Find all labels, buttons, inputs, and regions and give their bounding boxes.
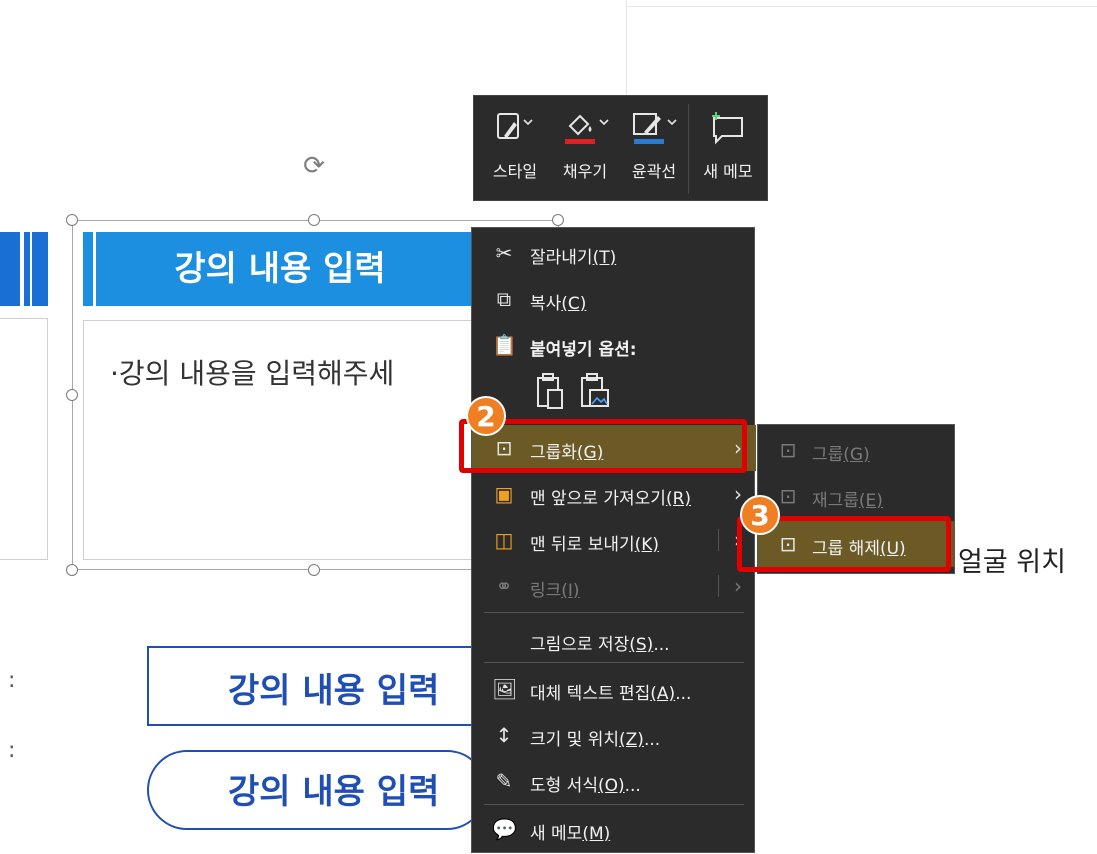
menu-item-save-as-picture[interactable]: 그림으로 저장(S)... — [472, 617, 756, 663]
menu-item-ellipsis: ... — [624, 776, 641, 796]
style-label: 스타일 — [492, 162, 538, 181]
outline-label: 윤곽선 — [631, 162, 677, 181]
menu-item-label: 맨 뒤로 보내기 — [530, 535, 635, 555]
mini-toolbar: 스타일 채우기 윤곽선 새 메모 — [473, 95, 768, 201]
menu-separator — [484, 804, 744, 805]
scissors-icon: ✂ — [495, 241, 513, 265]
submenu-item-label: 그룹 — [812, 445, 844, 465]
menu-item-cut[interactable]: ✂ 잘라내기(T) — [472, 230, 756, 276]
copy-icon: ⧉ — [496, 287, 512, 311]
menu-item-label: 잘라내기 — [530, 248, 593, 268]
menu-item-label: 복사 — [530, 294, 562, 314]
toolbar-divider — [688, 104, 689, 194]
menu-item-link: ⚭ 링크(I) › — [472, 563, 756, 609]
menu-item-new-comment[interactable]: 💬 새 메모(M) — [472, 806, 756, 852]
menu-item-hotkey: (I) — [561, 581, 580, 601]
menu-item-hotkey: (C) — [561, 294, 587, 314]
left-ellipsis-mark: : — [8, 738, 16, 763]
new-comment-icon — [712, 112, 743, 145]
alt-text-icon: 🖼 — [492, 677, 518, 701]
paste-option-keep-source-icon[interactable] — [532, 372, 568, 412]
menu-item-ellipsis: ... — [643, 730, 661, 750]
slide-right-text: 얼굴 위치 — [958, 547, 1066, 578]
submenu-item-label: 재그룹 — [812, 491, 859, 511]
slide-button-rect-text: 강의 내용 입력 — [228, 671, 440, 711]
chevron-right-icon: › — [734, 482, 742, 506]
menu-item-hotkey: (O) — [597, 776, 625, 796]
menu-item-hotkey: (S) — [629, 635, 654, 655]
menu-item-label: 크기 및 위치 — [530, 730, 620, 750]
new-comment-icon: 💬 — [492, 817, 517, 841]
submenu-item-hotkey: (E) — [858, 491, 883, 511]
menu-item-format-shape[interactable]: ✎ 도형 서식(O)... — [472, 758, 756, 804]
resize-handle[interactable] — [308, 214, 320, 226]
group-icon: ⊡ — [779, 438, 797, 462]
fill-button[interactable]: 채우기 — [550, 96, 620, 202]
submenu-item-group: ⊡ 그룹(G) — [758, 427, 954, 473]
menu-item-label: 대체 텍스트 편집 — [530, 684, 651, 704]
fill-bucket-icon — [565, 114, 609, 144]
menu-item-label: 새 메모 — [530, 824, 583, 844]
submenu-divider — [718, 575, 719, 597]
menu-item-label: 링크 — [530, 581, 562, 601]
left-ellipsis-mark: : — [8, 668, 16, 693]
regroup-icon: ⊡ — [779, 484, 797, 508]
menu-separator — [484, 662, 744, 663]
menu-item-label: 도형 서식 — [530, 776, 598, 796]
menu-separator — [484, 612, 744, 613]
submenu-divider — [718, 529, 719, 551]
menu-item-hotkey: (T) — [592, 248, 617, 268]
size-position-icon: ↕ — [495, 723, 513, 747]
menu-item-hotkey: (Z) — [619, 730, 644, 750]
resize-handle[interactable] — [552, 214, 564, 226]
slide-button-pill-text: 강의 내용 입력 — [228, 772, 440, 812]
menu-item-alt-text[interactable]: 🖼 대체 텍스트 편집(A)... — [472, 666, 756, 712]
link-icon: ⚭ — [495, 574, 513, 598]
menu-item-copy[interactable]: ⧉ 복사(C) — [472, 276, 756, 322]
new-comment-label: 새 메모 — [703, 162, 753, 181]
chevron-right-icon: › — [734, 574, 742, 598]
paste-icon: 📋 — [492, 333, 517, 357]
step-badge-3: 3 — [740, 495, 780, 535]
send-to-back-icon: ◫ — [494, 528, 514, 552]
outline-button[interactable]: 윤곽선 — [620, 96, 688, 202]
resize-handle[interactable] — [66, 564, 78, 576]
fill-label: 채우기 — [562, 162, 608, 181]
submenu-item-hotkey: (G) — [843, 445, 870, 465]
format-shape-icon: ✎ — [495, 769, 513, 793]
menu-item-bring-to-front[interactable]: ▣ 맨 앞으로 가져오기(R) › — [472, 471, 756, 517]
left-shape-stripe — [30, 232, 32, 306]
menu-item-label: 붙여넣기 옵션: — [530, 340, 637, 360]
menu-item-ellipsis: ... — [675, 684, 692, 704]
menu-item-send-to-back[interactable]: ◫ 맨 뒤로 보내기(K) › — [472, 517, 756, 563]
bring-to-front-icon: ▣ — [494, 482, 514, 506]
left-shape-stripe — [20, 232, 24, 306]
menu-item-hotkey: (M) — [582, 824, 611, 844]
style-button[interactable]: 스타일 — [480, 96, 550, 202]
resize-handle[interactable] — [66, 214, 78, 226]
menu-item-hotkey: (A) — [650, 684, 676, 704]
menu-item-paste-options: 📋 붙여넣기 옵션: — [472, 322, 756, 368]
resize-handle[interactable] — [308, 564, 320, 576]
left-shape-body[interactable] — [0, 318, 48, 560]
step-badge-2: 2 — [466, 396, 506, 436]
menu-item-label: 그림으로 저장 — [530, 635, 630, 655]
menu-item-hotkey: (R) — [665, 489, 692, 509]
resize-handle[interactable] — [66, 389, 78, 401]
left-shape-title[interactable] — [0, 232, 48, 306]
menu-item-size-position[interactable]: ↕ 크기 및 위치(Z)... — [472, 712, 756, 758]
rotate-handle-icon[interactable]: ⟳ — [298, 150, 330, 182]
submenu-item-regroup: ⊡ 재그룹(E) — [758, 473, 954, 519]
style-icon — [497, 113, 533, 139]
context-menu: ✂ 잘라내기(T) ⧉ 복사(C) 📋 붙여넣기 옵션: ⊡ 그룹화(G) › … — [471, 227, 756, 853]
menu-item-hotkey: (K) — [634, 535, 660, 555]
menu-item-ellipsis: ... — [653, 635, 670, 655]
menu-item-label: 맨 앞으로 가져오기 — [530, 489, 666, 509]
paste-option-picture-icon[interactable] — [576, 372, 612, 412]
new-comment-button[interactable]: 새 메모 — [690, 96, 766, 202]
slide-edge-top — [626, 6, 1097, 7]
outline-pen-icon — [633, 113, 677, 144]
